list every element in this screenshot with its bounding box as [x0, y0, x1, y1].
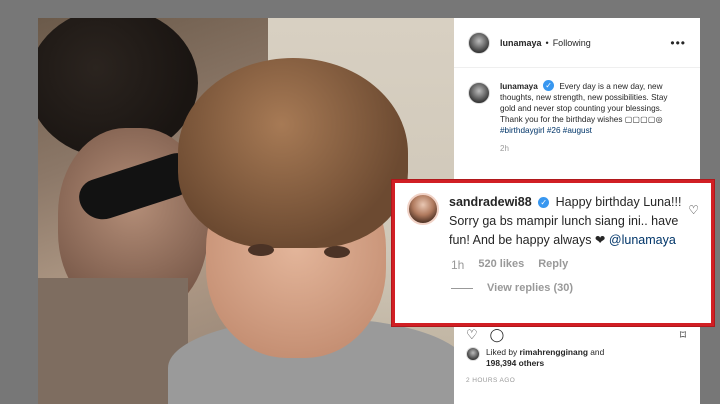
- caption-hashtags[interactable]: #birthdaygirl #26 #august: [500, 126, 592, 135]
- bookmark-icon[interactable]: ⌑: [680, 328, 686, 342]
- caption-author-avatar[interactable]: [468, 82, 490, 104]
- post-timestamp: 2 HOURS AGO: [466, 377, 516, 384]
- liker-avatar[interactable]: [466, 347, 480, 361]
- commenter-avatar[interactable]: [407, 193, 439, 225]
- liked-by-prefix: Liked by: [486, 347, 518, 357]
- comment-time: 1h: [451, 258, 465, 272]
- verified-badge-icon: ✓: [543, 80, 555, 91]
- comment-likes[interactable]: 520 likes: [478, 258, 524, 272]
- header-separator: •: [545, 37, 549, 48]
- more-horizontal-icon[interactable]: •••: [670, 36, 686, 50]
- following-button[interactable]: Following: [553, 38, 591, 48]
- heart-icon[interactable]: ♡: [466, 327, 478, 343]
- photo-boy-eye-right: [324, 246, 350, 258]
- view-replies-label: View replies (30): [487, 282, 574, 294]
- caption-text-block: lunamaya ✓ Every day is a new day, new t…: [500, 80, 680, 136]
- commenter-username[interactable]: sandradewi88: [449, 195, 532, 209]
- post-caption: lunamaya ✓ Every day is a new day, new t…: [454, 68, 700, 136]
- liked-by-text: Liked by rimahrengginang and 198,394 oth…: [486, 347, 604, 369]
- caption-time: 2h: [500, 144, 509, 153]
- screenshot-stage: lunamaya • Following ••• lunamaya ✓ Ever…: [0, 0, 720, 404]
- post-header: lunamaya • Following •••: [454, 18, 700, 68]
- comment-row: sandradewi88 ✓ Happy birthday Luna!!! So…: [395, 183, 711, 250]
- photo-boy-eye-left: [248, 244, 274, 256]
- author-username[interactable]: lunamaya: [500, 38, 542, 48]
- liked-by-section: Liked by rimahrengginang and 198,394 oth…: [466, 347, 604, 369]
- photo-man-shirt: [38, 278, 188, 404]
- liked-by-user[interactable]: rimahrengginang: [520, 347, 588, 357]
- comment-icon[interactable]: ◯: [490, 327, 505, 343]
- comment-text-block: sandradewi88 ✓ Happy birthday Luna!!! So…: [449, 193, 689, 250]
- author-avatar[interactable]: [468, 31, 490, 54]
- liked-by-others[interactable]: 198,394 others: [486, 358, 544, 368]
- reply-button[interactable]: Reply: [538, 258, 568, 272]
- post-actions-bar: ♡ ◯ ⌑: [466, 326, 686, 344]
- photo-boy-hair: [178, 58, 408, 248]
- view-replies-button[interactable]: View replies (30): [395, 282, 711, 294]
- comment-mention[interactable]: @lunamaya: [609, 233, 676, 247]
- comment-meta: 1h 520 likes Reply: [395, 258, 711, 272]
- caption-username[interactable]: lunamaya: [500, 82, 538, 91]
- verified-badge-icon: ✓: [538, 197, 550, 208]
- replies-divider-line: [451, 287, 473, 289]
- highlighted-comment: sandradewi88 ✓ Happy birthday Luna!!! So…: [392, 180, 714, 326]
- comment-like-heart-icon[interactable]: ♡: [688, 203, 699, 217]
- liked-by-conj: and: [590, 347, 605, 357]
